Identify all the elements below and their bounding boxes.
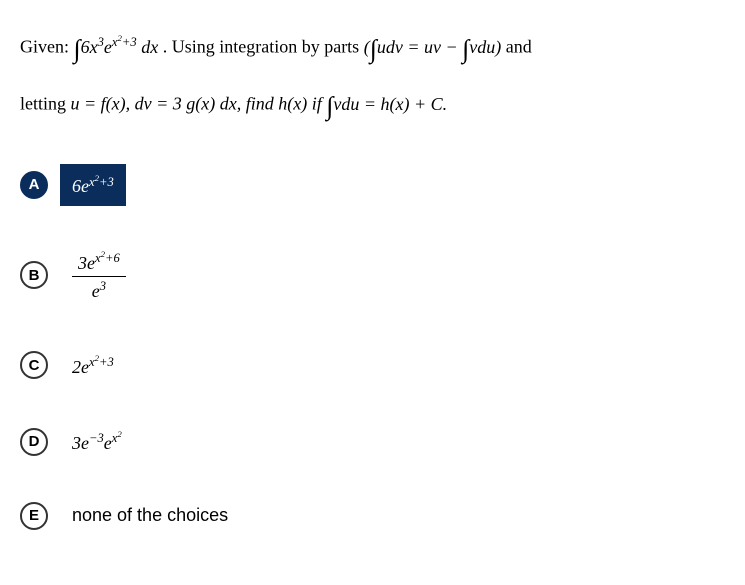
choice-e-content: none of the choices (60, 497, 240, 534)
choice-d-label: D (20, 428, 48, 456)
choice-c-content: 2ex2+3 (60, 345, 126, 386)
choice-e-label: E (20, 502, 48, 530)
let-dv: dv = 3 g(x) dx, (135, 94, 246, 114)
choice-d-content: 3e−3ex2 (60, 421, 134, 462)
choice-b-content: 3ex2+6 e3 (60, 241, 138, 310)
choice-a-content: 6ex2+3 (60, 164, 126, 205)
given-prefix: Given: (20, 37, 74, 57)
choices-list: A 6ex2+3 B 3ex2+6 e3 C 2ex2+3 D 3e−3ex2 … (20, 164, 725, 534)
part1: . Using integration by parts (163, 37, 364, 57)
question-prompt: Given: ∫6x3ex2+3 dx . Using integration … (20, 20, 725, 134)
choice-c-label: C (20, 351, 48, 379)
letting-prefix: letting (20, 94, 71, 114)
choice-d[interactable]: D 3e−3ex2 (20, 421, 725, 462)
choice-b-label: B (20, 261, 48, 289)
let-u: u = f(x), (71, 94, 131, 114)
choice-a[interactable]: A 6ex2+3 (20, 164, 725, 205)
choice-b[interactable]: B 3ex2+6 e3 (20, 241, 725, 310)
choice-c[interactable]: C 2ex2+3 (20, 345, 725, 386)
choice-a-label: A (20, 171, 48, 199)
find-text: find h(x) if (246, 94, 326, 114)
choice-e[interactable]: E none of the choices (20, 497, 725, 534)
and-text: and (506, 37, 532, 57)
